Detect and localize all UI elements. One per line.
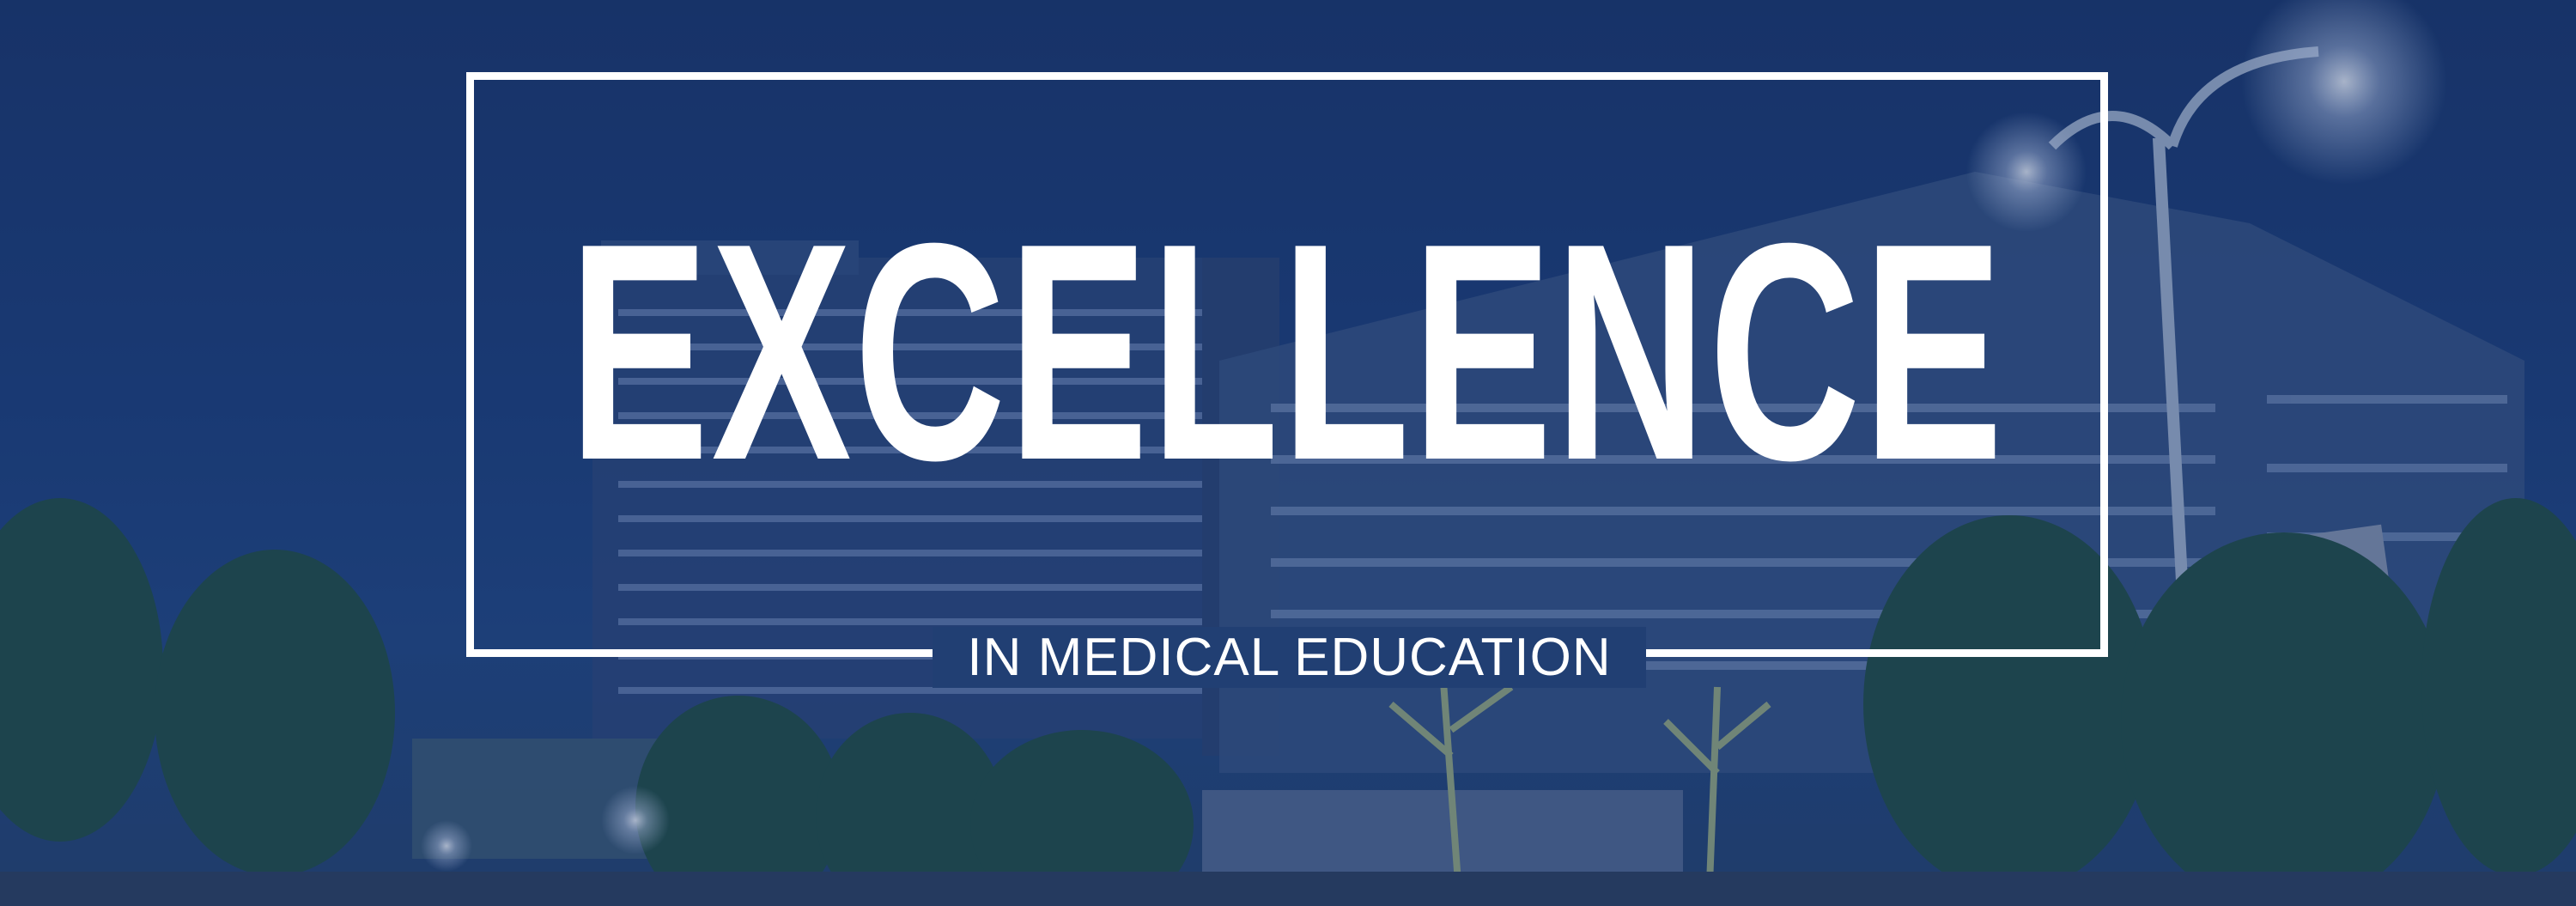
hero-banner: EXCELLENCE IN MEDICAL EDUCATION <box>0 0 2576 906</box>
headline: EXCELLENCE <box>568 179 2006 525</box>
subtitle: IN MEDICAL EDUCATION <box>777 626 1801 688</box>
subtitle-text: IN MEDICAL EDUCATION <box>933 626 1646 688</box>
